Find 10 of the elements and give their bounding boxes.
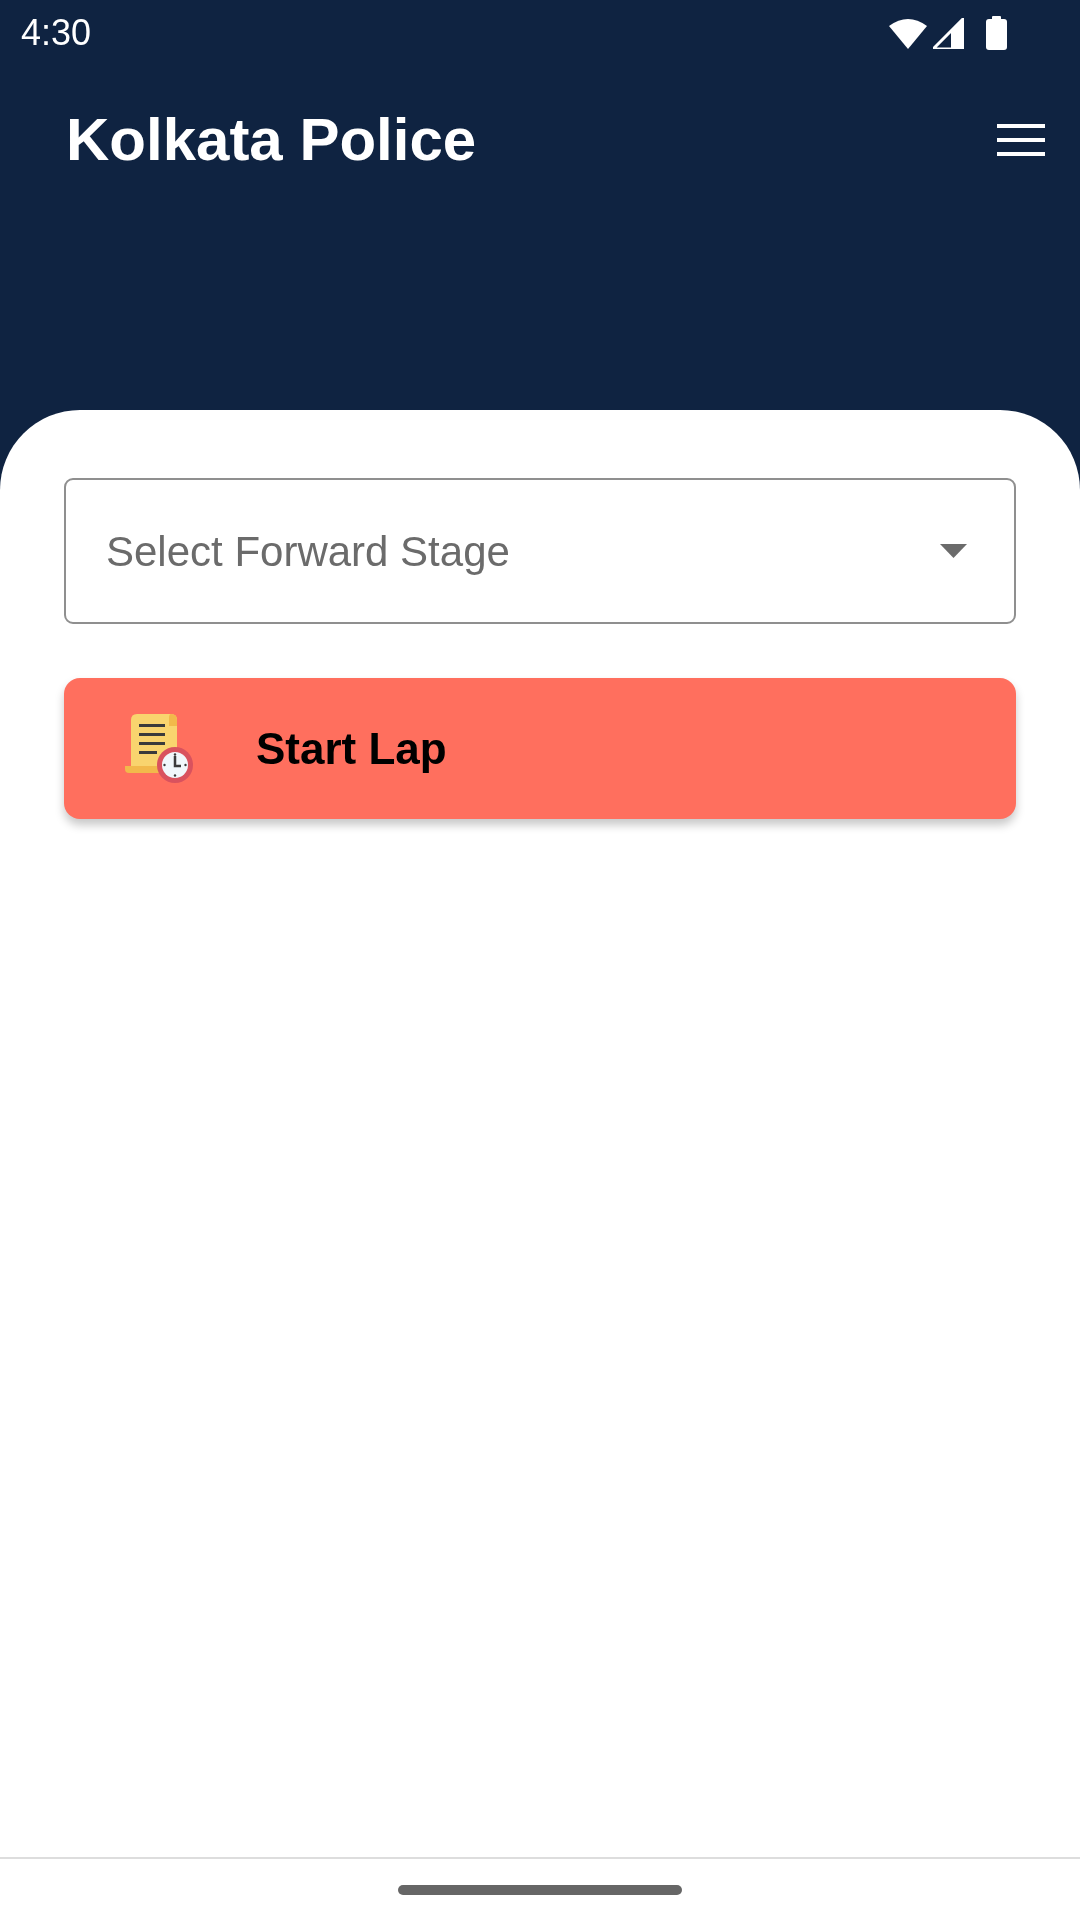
menu-icon[interactable] bbox=[997, 124, 1045, 156]
stage-dropdown[interactable]: Select Forward Stage bbox=[64, 478, 1016, 624]
start-lap-button[interactable]: Start Lap bbox=[64, 678, 1016, 819]
app-title: Kolkata Police bbox=[66, 110, 477, 170]
caret-icon bbox=[940, 544, 967, 558]
scroll-clock-icon bbox=[125, 714, 193, 783]
signal-icon bbox=[933, 17, 964, 49]
battery-icon bbox=[986, 16, 1007, 50]
status-time: 4:30 bbox=[21, 15, 92, 51]
wifi-icon bbox=[889, 17, 927, 49]
